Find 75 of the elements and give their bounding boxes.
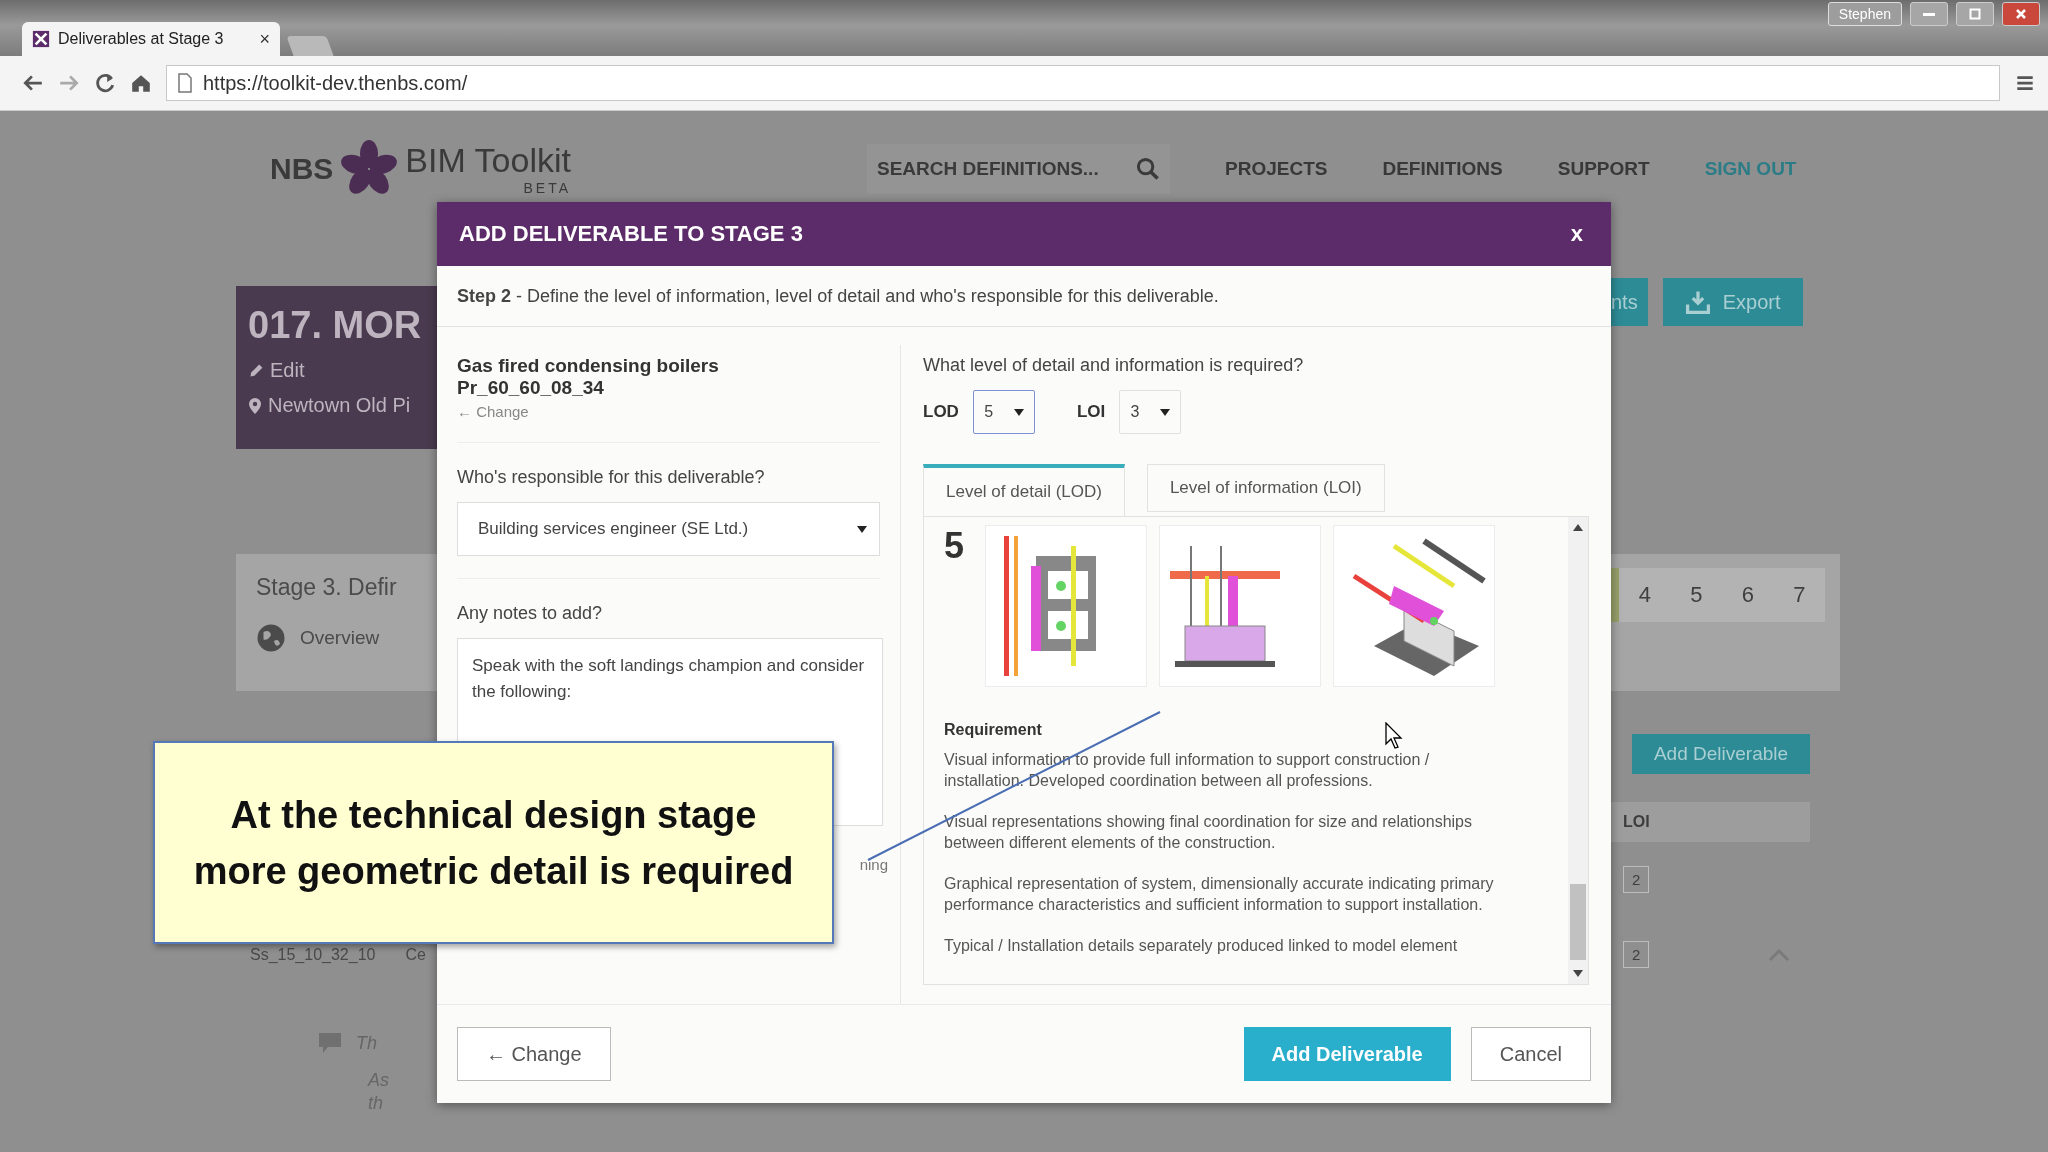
url-text: https://toolkit-dev.thenbs.com/ [203,71,468,95]
table-cell: Ss_15_10_32_10 [250,945,376,964]
nav-link[interactable]: SUPPORT [1557,157,1650,180]
requirement-text: Visual information to provide full information to support construction / installation. Developed coordination between all professions. [944,750,1431,791]
level-tab[interactable]: Level of information (LOI) [1146,464,1385,512]
level-tab[interactable]: Level of detail (LOD) [923,464,1125,516]
dropdown-caret-icon [1013,407,1024,417]
logo-text: NBS [270,151,334,186]
notes-text-fragment: ning [859,856,888,873]
close-button[interactable]: x [1564,220,1589,248]
close-window-button[interactable] [2002,2,2040,26]
location-pin-icon [248,396,262,415]
field-label: Who's responsible for this deliverable? [457,467,766,488]
requirement-heading: Requirement [944,721,1042,739]
pencil-icon [248,362,264,379]
profile-name[interactable]: Stephen [1827,2,1902,26]
dropdown-caret-icon [1159,407,1170,417]
level-select[interactable]: 3 [1119,390,1182,434]
requirement-text: Typical / Installation details separately produced linked to model element [944,936,1459,956]
step-instruction: Step 2 - Define the level of information, level of detail and who's responsible for this deliverable. [457,285,1219,307]
scrollbar-thumb[interactable] [1570,884,1586,960]
minimize-icon [1923,12,1935,16]
stage-title: Stage 3. Defir [256,574,398,601]
stage-number[interactable]: 4 [1638,582,1651,608]
maximize-icon [1969,8,1981,20]
cancel-button[interactable]: Cancel [1470,1027,1591,1081]
loi-value: 2 [1623,941,1650,968]
site-logo-icon [32,30,50,48]
beta-label: BETA [523,180,571,196]
new-tab-button[interactable] [286,36,334,56]
project-location: Newtown Old Pi [268,394,411,417]
page-icon [177,73,193,93]
dropdown-caret-icon [857,524,867,534]
add-deliverable-button[interactable]: Add Deliverable [1243,1027,1451,1081]
mouse-cursor-icon [1385,722,1403,750]
overview-tab[interactable]: Overview [300,627,380,649]
search-field[interactable]: SEARCH DEFINITIONS... [867,143,1170,194]
stage-number[interactable]: 6 [1741,582,1754,608]
responsible-select[interactable]: Building services engineer (SE Ltd.) [457,502,880,556]
comment-icon [318,1032,342,1054]
nav-link[interactable]: DEFINITIONS [1382,157,1503,180]
scroll-down-icon [1573,970,1583,978]
scroll-up-icon [1573,523,1583,531]
product-name: Gas fired condensing boilers [457,355,720,377]
change-link[interactable]: ← Change [457,403,529,420]
product-name: BIM Toolkit [405,141,571,180]
column-header: LOI [1611,802,1810,842]
minimize-button[interactable] [1910,2,1948,26]
requirement-text: Visual representations showing final coordination for size and relationships between different elements of the construction. [944,812,1473,853]
table-cell: Ce [405,945,426,964]
reload-icon[interactable] [94,72,116,94]
download-icon [1684,289,1711,315]
close-icon [2015,8,2027,20]
search-icon [1136,156,1160,181]
project-title: 017. MOR [248,304,423,347]
nav-link[interactable]: PROJECTS [1225,157,1328,180]
scrollbar[interactable] [1568,517,1588,984]
product-code: Pr_60_60_08_34 [457,377,605,399]
level-question: What level of detail and information is required? [923,355,1305,376]
select-label: LOD [923,402,959,422]
change-button[interactable]: ← Change [457,1027,611,1081]
browser-tab[interactable]: Deliverables at Stage 3 × [22,22,280,56]
maximize-button[interactable] [1956,2,1994,26]
requirement-text: Graphical representation of system, dimensionally accurate indicating primary performance characteristics and sufficient information to support installation. [944,874,1495,915]
modal-title: ADD DELIVERABLE TO STAGE 3 [459,221,803,247]
select-label: LOI [1076,402,1106,422]
address-bar[interactable]: https://toolkit-dev.thenbs.com/ [166,65,2000,101]
level-select[interactable]: 5 [972,390,1035,434]
field-label: Any notes to add? [457,603,604,624]
edit-link[interactable]: Edit [248,359,437,382]
globe-icon [256,623,286,653]
stage-number[interactable]: 7 [1793,582,1806,608]
close-tab-button[interactable]: × [259,28,270,50]
loi-value: 2 [1623,866,1650,893]
stage-number[interactable]: 5 [1690,582,1703,608]
